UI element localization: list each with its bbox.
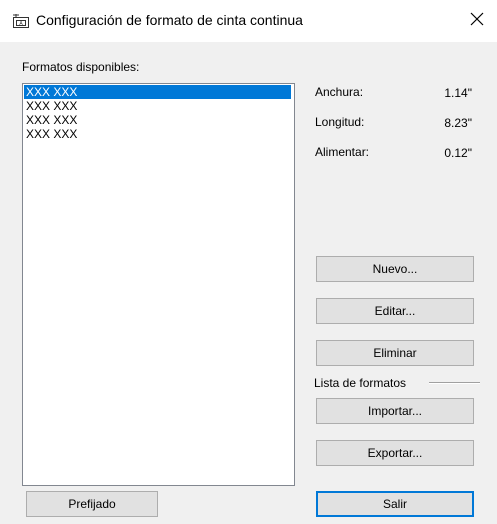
width-value: 1.14" <box>444 86 472 100</box>
list-item[interactable]: XXX XXX <box>23 113 294 127</box>
tape-format-icon: A <box>13 14 29 28</box>
feed-value: 0.12" <box>444 146 472 160</box>
formats-label: Formatos disponibles: <box>22 60 140 74</box>
export-button[interactable]: Exportar... <box>316 440 474 466</box>
import-button[interactable]: Importar... <box>316 398 474 424</box>
close-icon <box>470 12 484 31</box>
dialog-window: A Configuración de formato de cinta cont… <box>0 0 497 524</box>
feed-label: Alimentar: <box>315 145 370 159</box>
length-label: Longitud: <box>315 115 365 129</box>
close-button[interactable] <box>457 0 497 42</box>
svg-text:A: A <box>19 21 23 27</box>
width-label: Anchura: <box>315 85 364 99</box>
group-divider-highlight <box>429 383 480 384</box>
list-item[interactable]: XXX XXX <box>23 99 294 113</box>
formats-listbox[interactable]: XXX XXX XXX XXX XXX XXX XXX XXX <box>22 83 295 486</box>
window-title: Configuración de formato de cinta contin… <box>36 12 303 28</box>
title-bar[interactable]: A Configuración de formato de cinta cont… <box>0 0 497 42</box>
length-value: 8.23" <box>444 116 472 130</box>
edit-button[interactable]: Editar... <box>316 298 474 324</box>
format-list-group-label: Lista de formatos <box>314 376 407 390</box>
delete-button[interactable]: Eliminar <box>316 340 474 366</box>
preset-button[interactable]: Prefijado <box>26 491 158 517</box>
list-item[interactable]: XXX XXX <box>24 85 291 99</box>
exit-button[interactable]: Salir <box>316 491 474 517</box>
list-item[interactable]: XXX XXX <box>23 127 294 141</box>
new-button[interactable]: Nuevo... <box>316 256 474 282</box>
